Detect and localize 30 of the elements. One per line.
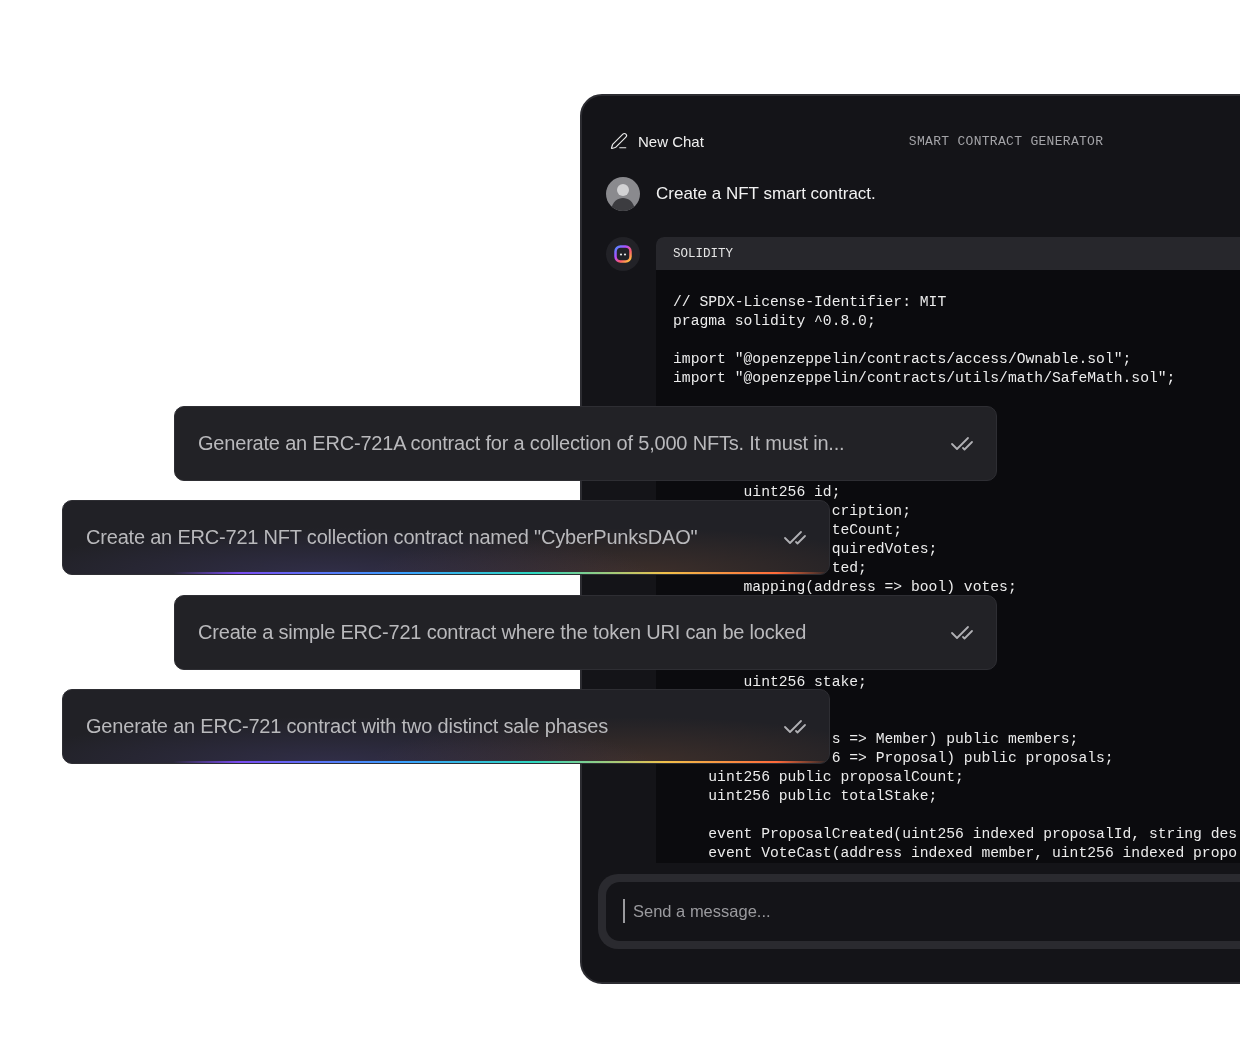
text-cursor bbox=[623, 899, 625, 923]
code-line: cription; bbox=[831, 502, 911, 521]
code-line: // SPDX-License-Identifier: MIT bbox=[673, 293, 947, 312]
code-line: quiredVotes; bbox=[831, 540, 938, 559]
avatar bbox=[606, 177, 640, 211]
code-line: 6 => Proposal) public proposals; bbox=[831, 749, 1114, 768]
code-line: pragma solidity ^0.8.0; bbox=[673, 312, 876, 331]
code-line: ted; bbox=[831, 559, 867, 578]
code-line: s => Member) public members; bbox=[831, 730, 1079, 749]
code-line: uint256 stake; bbox=[743, 673, 867, 692]
code-line: uint256 public proposalCount; bbox=[708, 768, 964, 787]
user-message: Create a NFT smart contract. bbox=[656, 184, 876, 204]
code-line: import "@openzeppelin/contracts/access/Ownable.sol"; bbox=[673, 350, 1132, 369]
code-line: mapping(address => bool) votes; bbox=[743, 578, 1017, 597]
code-line: uint256 public totalStake; bbox=[708, 787, 938, 806]
code-line: uint256 id; bbox=[743, 483, 841, 502]
code-line: event ProposalCreated(uint256 indexed proposalId, string des bbox=[708, 825, 1238, 844]
code-language: SOLIDITY bbox=[673, 246, 733, 261]
window-title: SMART CONTRACT GENERATOR bbox=[908, 133, 1104, 149]
code-line: teCount; bbox=[831, 521, 903, 540]
bot-icon bbox=[614, 245, 632, 263]
message-field[interactable]: Send a message... bbox=[606, 882, 1240, 941]
suggestion-card[interactable]: Create a simple ERC-721 contract where the token URI can be locked bbox=[174, 595, 997, 670]
suggestion-card[interactable]: Generate an ERC-721 contract with two distinct sale phases bbox=[62, 689, 830, 764]
pen-icon bbox=[610, 132, 628, 150]
new-chat-button[interactable]: New Chat bbox=[610, 132, 704, 150]
code-line: event VoteCast(address indexed member, uint256 indexed propo bbox=[708, 844, 1238, 863]
code-line: import "@openzeppelin/contracts/utils/math/SafeMath.sol"; bbox=[673, 369, 1176, 388]
suggestion-card[interactable]: Create an ERC-721 NFT collection contract named "CyberPunksDAO" bbox=[62, 500, 830, 575]
suggestion-card[interactable]: Generate an ERC-721A contract for a collection of 5,000 NFTs. It must in... bbox=[174, 406, 997, 481]
